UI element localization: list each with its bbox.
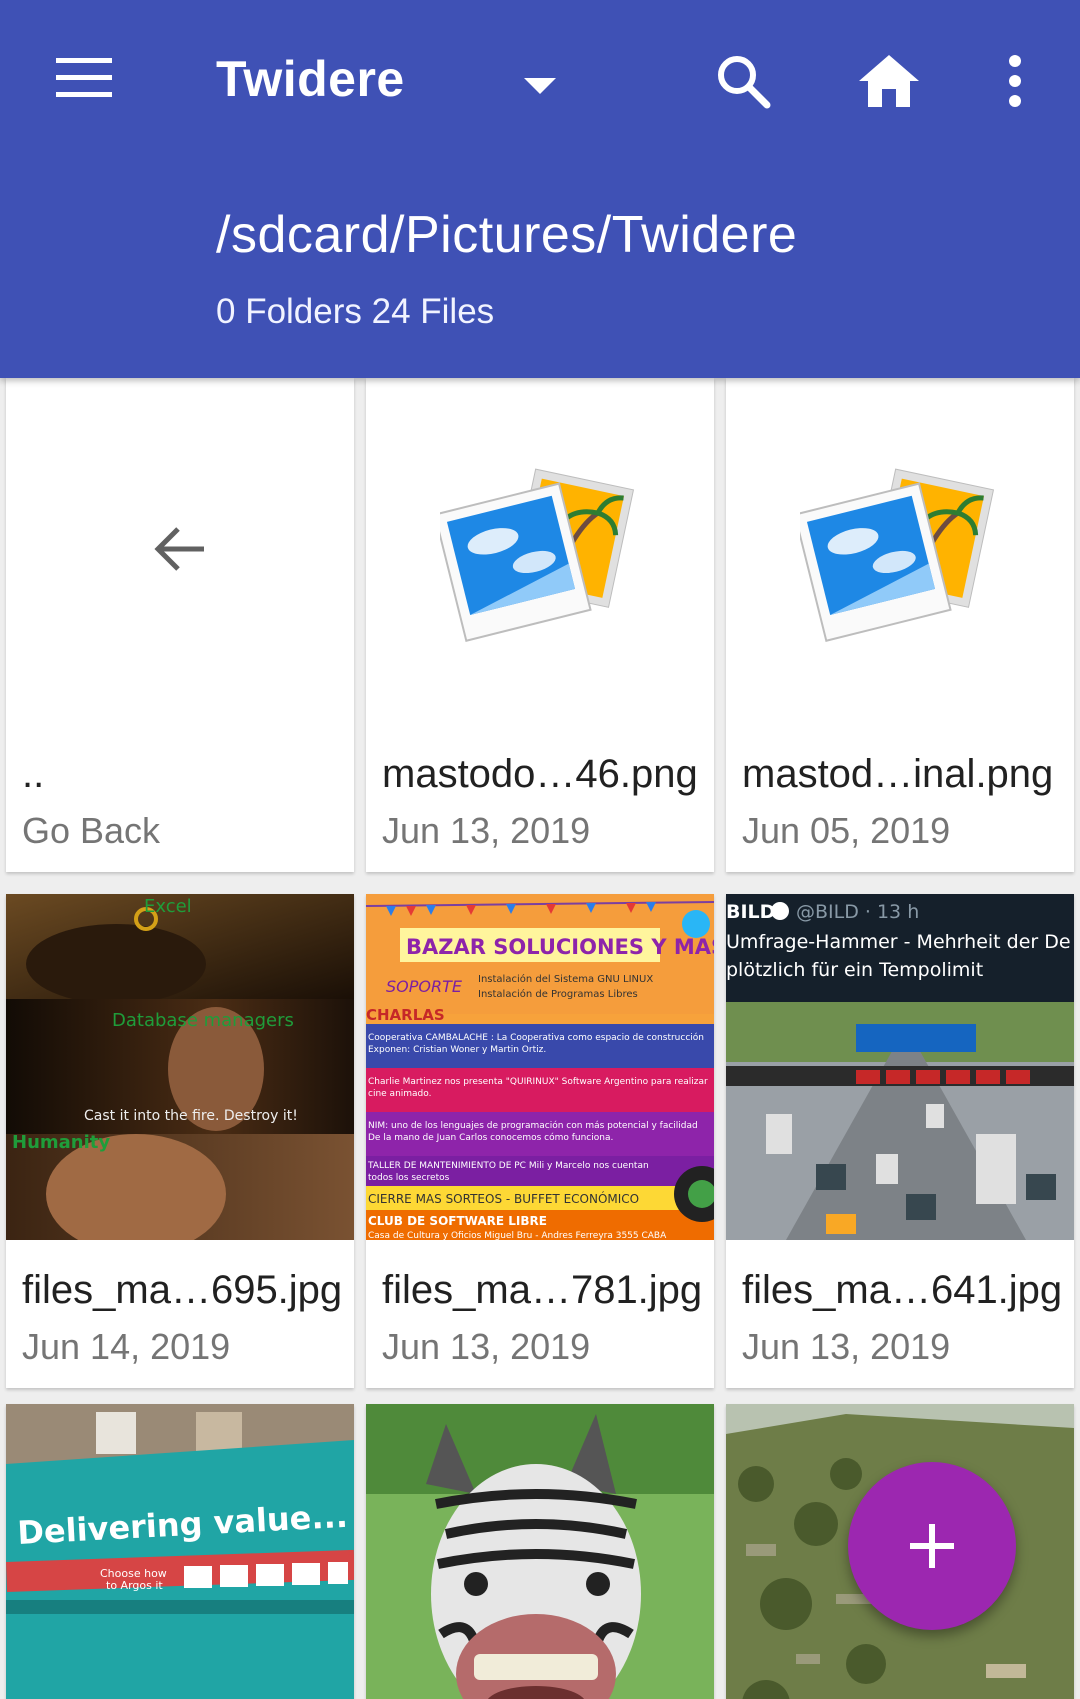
meme-thumbnail: Excel Database managers Cast it into the… xyxy=(6,894,354,1240)
file-card[interactable]: mastodo…46.png Jun 13, 2019 xyxy=(366,378,714,872)
tweet-thumbnail: BILD @BILD · 13 h Umfrage-Hammer - Mehrh… xyxy=(726,894,1074,1240)
file-date: Jun 05, 2019 xyxy=(742,810,951,851)
truck-image: Delivering value... Choose how to Argos … xyxy=(6,1404,354,1699)
svg-text:Exponen: Cristian Woner y Mart: Exponen: Cristian Woner y Martin Ortiz. xyxy=(368,1045,546,1055)
svg-text:Cooperativa CAMBALACHE : La Co: Cooperativa CAMBALACHE : La Cooperativa … xyxy=(368,1032,704,1043)
svg-text:Humanity: Humanity xyxy=(12,1132,110,1153)
file-date: Jun 13, 2019 xyxy=(382,810,591,851)
svg-text:Cast it into the fire. Destroy: Cast it into the fire. Destroy it! xyxy=(84,1108,298,1124)
folder-summary: 0 Folders 24 Files xyxy=(216,292,495,331)
meme-image: Excel Database managers Cast it into the… xyxy=(6,894,354,1240)
svg-text:De la mano de Juan Carlos cono: De la mano de Juan Carlos conocemos cómo… xyxy=(368,1132,613,1143)
truck-thumbnail: Delivering value... Choose how to Argos … xyxy=(6,1404,354,1699)
file-card[interactable]: Excel Database managers Cast it into the… xyxy=(6,894,354,1388)
file-date: Jun 13, 2019 xyxy=(742,1326,951,1367)
app-bar: Twidere /sdcard/Pictures/Twidere 0 Folde… xyxy=(0,0,1080,378)
home-button[interactable] xyxy=(846,38,932,124)
add-icon xyxy=(910,1524,954,1568)
svg-text:CIERRE MAS SORTEOS - BUFFET EC: CIERRE MAS SORTEOS - BUFFET ECONÓMICO xyxy=(368,1191,639,1206)
svg-text:SOPORTE: SOPORTE xyxy=(386,977,463,996)
current-path: /sdcard/Pictures/Twidere xyxy=(216,206,798,264)
file-date: Go Back xyxy=(22,810,161,851)
file-card[interactable]: BAZAR SOLUCIONES Y MAS SOPORTE Instalaci… xyxy=(366,894,714,1388)
file-date: Jun 13, 2019 xyxy=(382,1326,591,1367)
file-name: .. xyxy=(22,752,45,796)
more-vert-icon xyxy=(1009,55,1021,107)
svg-text:plötzlich für ein Tempolimit: plötzlich für ein Tempolimit xyxy=(726,959,983,981)
overflow-menu-button[interactable] xyxy=(972,38,1058,124)
svg-text:Umfrage-Hammer - Mehrheit der: Umfrage-Hammer - Mehrheit der De xyxy=(726,931,1071,953)
svg-text:Excel: Excel xyxy=(144,896,192,917)
svg-text:TALLER DE MANTENIMIENTO DE PC: TALLER DE MANTENIMIENTO DE PC Mili y Mar… xyxy=(367,1161,649,1171)
storage-title[interactable]: Twidere xyxy=(216,50,405,108)
svg-text:Charlie Martinez nos presenta: Charlie Martinez nos presenta "QUIRINUX"… xyxy=(368,1077,708,1087)
image-placeholder-icon xyxy=(440,468,635,642)
file-name: mastod…inal.png xyxy=(742,752,1054,796)
svg-text:Database managers: Database managers xyxy=(112,1010,294,1031)
flyer-thumbnail: BAZAR SOLUCIONES Y MAS SOPORTE Instalaci… xyxy=(366,894,714,1240)
svg-text:Casa de Cultura y Oficios Migu: Casa de Cultura y Oficios Miguel Bru - A… xyxy=(368,1231,667,1240)
menu-icon xyxy=(56,58,112,97)
home-icon xyxy=(859,55,919,107)
file-name: files_ma…695.jpg xyxy=(22,1268,343,1312)
svg-text:BAZAR SOLUCIONES Y MAS: BAZAR SOLUCIONES Y MAS xyxy=(406,935,714,959)
svg-text:@BILD · 13 h: @BILD · 13 h xyxy=(796,901,919,923)
zebra-image xyxy=(366,1404,714,1699)
file-thumb xyxy=(726,378,1074,724)
file-thumb xyxy=(366,378,714,724)
file-card[interactable] xyxy=(366,1404,714,1699)
svg-text:CHARLAS: CHARLAS xyxy=(366,1006,445,1024)
add-fab[interactable] xyxy=(848,1462,1016,1630)
svg-text:Instalación de Programas Libre: Instalación de Programas Libres xyxy=(478,988,638,1000)
search-icon xyxy=(718,56,771,109)
svg-text:CLUB DE SOFTWARE LIBRE: CLUB DE SOFTWARE LIBRE xyxy=(368,1214,547,1228)
file-date: Jun 14, 2019 xyxy=(22,1326,231,1367)
menu-button[interactable] xyxy=(38,38,130,118)
file-name: mastodo…46.png xyxy=(382,752,698,796)
svg-text:todos los secretos: todos los secretos xyxy=(368,1173,450,1183)
tweet-image: BILD @BILD · 13 h Umfrage-Hammer - Mehrh… xyxy=(726,894,1074,1240)
file-card[interactable]: BILD @BILD · 13 h Umfrage-Hammer - Mehrh… xyxy=(726,894,1074,1388)
back-arrow-icon xyxy=(154,527,204,571)
go-back-thumb xyxy=(6,378,354,724)
search-button[interactable] xyxy=(700,38,786,124)
zebra-thumbnail xyxy=(366,1404,714,1699)
svg-text:NIM: uno de los lenguajes de p: NIM: uno de los lenguajes de programació… xyxy=(368,1120,698,1131)
storage-dropdown[interactable] xyxy=(510,62,570,112)
file-name: files_ma…641.jpg xyxy=(742,1268,1063,1312)
file-card[interactable]: Delivering value... Choose how to Argos … xyxy=(6,1404,354,1699)
svg-text:Instalación del Sistema GNU LI: Instalación del Sistema GNU LINUX xyxy=(478,973,653,985)
image-placeholder-icon xyxy=(800,468,995,642)
file-name: files_ma…781.jpg xyxy=(382,1268,703,1312)
svg-text:to Argos it: to Argos it xyxy=(106,1579,163,1592)
svg-text:BILD: BILD xyxy=(726,901,775,923)
file-card[interactable]: mastod…inal.png Jun 05, 2019 xyxy=(726,378,1074,872)
flyer-image: BAZAR SOLUCIONES Y MAS SOPORTE Instalaci… xyxy=(366,894,714,1240)
chevron-down-icon xyxy=(524,78,556,94)
svg-text:cine animado.: cine animado. xyxy=(368,1089,431,1099)
go-back-card[interactable]: .. Go Back xyxy=(6,378,354,872)
